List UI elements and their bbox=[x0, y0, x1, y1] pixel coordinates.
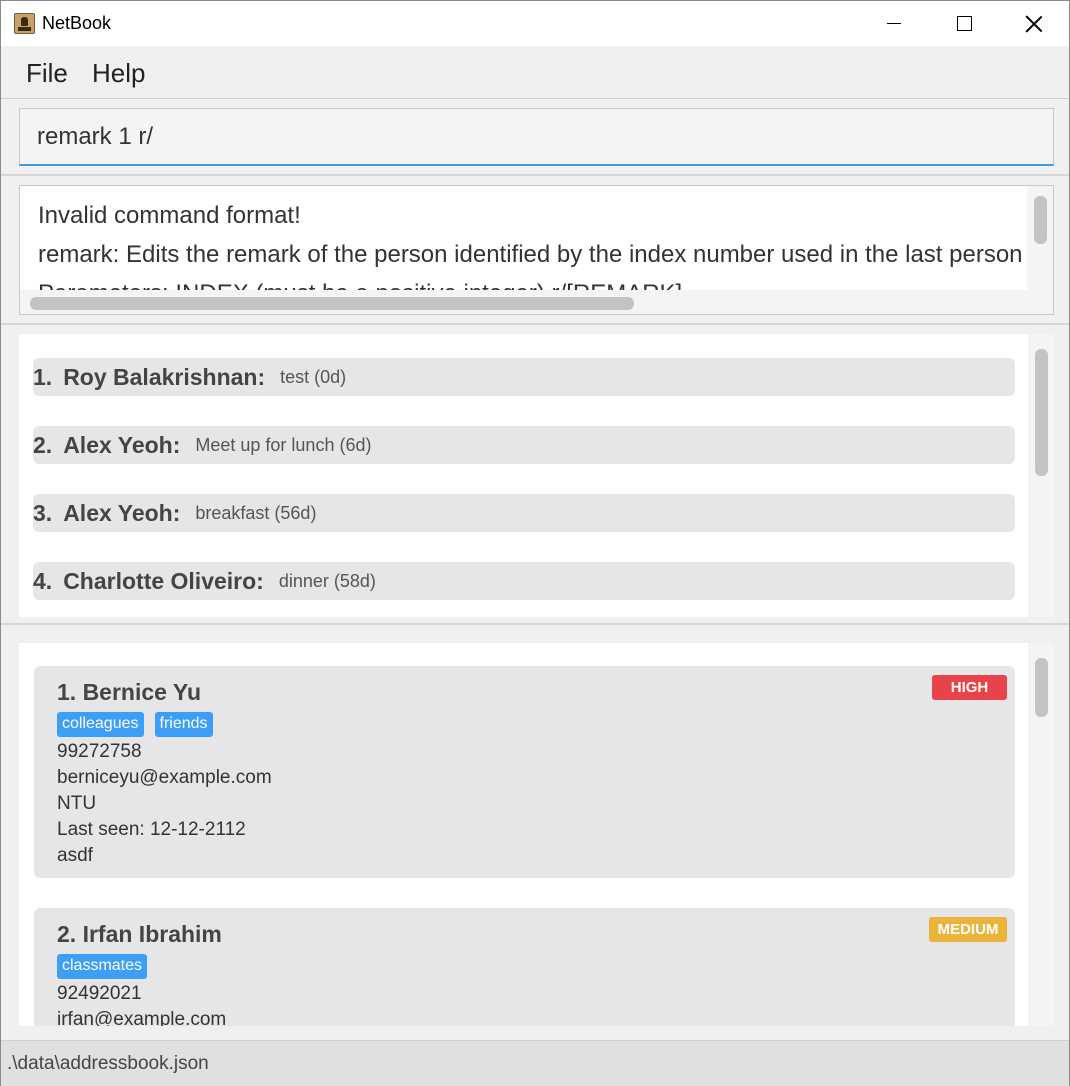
result-horizontal-scrollbar[interactable] bbox=[20, 290, 1028, 314]
remark-list-item[interactable]: 3. Alex Yeoh: breakfast (56d) bbox=[33, 494, 1015, 532]
person-last-seen: Last seen: 12-12-2112 bbox=[57, 819, 246, 840]
maximize-button[interactable] bbox=[929, 1, 999, 46]
command-pane bbox=[1, 100, 1069, 176]
scrollbar-thumb[interactable] bbox=[30, 297, 634, 310]
remark-list-item[interactable]: 2. Alex Yeoh: Meet up for lunch (6d) bbox=[33, 426, 1015, 464]
remark-text: dinner (58d) bbox=[278, 570, 376, 591]
person-card[interactable]: 2. Irfan Ibrahim MEDIUM classmates 92492… bbox=[34, 908, 1015, 1026]
menu-bar: File Help bbox=[1, 46, 1069, 99]
tag-list: colleagues friends bbox=[57, 712, 213, 737]
priority-badge: MEDIUM bbox=[929, 917, 1007, 942]
remark-text: breakfast (56d) bbox=[195, 502, 317, 523]
remark-index: 4. bbox=[33, 567, 53, 594]
person-email: berniceyu@example.com bbox=[57, 767, 272, 788]
maximize-icon bbox=[956, 16, 972, 31]
remark-person-name: Charlotte Oliveiro: bbox=[63, 567, 264, 594]
person-name: 2. Irfan Ibrahim bbox=[57, 921, 222, 947]
remark-list[interactable]: 1. Roy Balakrishnan: test (0d) 2. Alex Y… bbox=[19, 334, 1054, 617]
remark-index: 1. bbox=[33, 363, 53, 390]
status-bar: .\data\addressbook.json bbox=[1, 1040, 1069, 1086]
remark-list-scrollbar[interactable] bbox=[1028, 334, 1054, 617]
remark-list-item[interactable]: 1. Roy Balakrishnan: test (0d) bbox=[33, 358, 1015, 396]
remark-text: test (0d) bbox=[280, 366, 347, 387]
close-icon bbox=[1025, 15, 1043, 33]
result-pane: Invalid command format! remark: Edits th… bbox=[1, 178, 1069, 325]
person-email: irfan@example.com bbox=[57, 1009, 227, 1026]
person-list-scrollbar[interactable] bbox=[1028, 643, 1054, 1026]
minimize-button[interactable] bbox=[859, 1, 929, 46]
result-line: remark: Edits the remark of the person i… bbox=[38, 241, 1054, 268]
result-line: Invalid command format! bbox=[38, 202, 301, 229]
menu-file[interactable]: File bbox=[26, 58, 68, 89]
close-button[interactable] bbox=[999, 1, 1069, 46]
remark-index: 3. bbox=[33, 499, 53, 526]
scrollbar-corner bbox=[1027, 290, 1053, 314]
remark-person-name: Alex Yeoh: bbox=[63, 499, 181, 526]
command-input[interactable] bbox=[19, 108, 1054, 166]
tag-list: classmates bbox=[57, 954, 148, 979]
scrollbar-thumb[interactable] bbox=[1035, 658, 1048, 717]
remark-person-name: Alex Yeoh: bbox=[63, 431, 181, 458]
minimize-icon bbox=[887, 23, 901, 24]
person-card[interactable]: 1. Bernice Yu HIGH colleagues friends 99… bbox=[34, 666, 1015, 878]
remark-person-name: Roy Balakrishnan: bbox=[63, 363, 266, 390]
remark-index: 2. bbox=[33, 431, 53, 458]
remark-list-item[interactable]: 4. Charlotte Oliveiro: dinner (58d) bbox=[33, 562, 1015, 600]
person-phone: 99272758 bbox=[57, 741, 142, 762]
tag: classmates bbox=[57, 954, 148, 979]
tag: friends bbox=[154, 712, 213, 737]
menu-help[interactable]: Help bbox=[92, 58, 145, 89]
person-phone: 92492021 bbox=[57, 983, 142, 1004]
window-title: NetBook bbox=[42, 13, 112, 33]
person-remark: asdf bbox=[57, 845, 93, 866]
address-book-icon bbox=[14, 13, 35, 34]
person-list[interactable]: 1. Bernice Yu HIGH colleagues friends 99… bbox=[19, 643, 1054, 1026]
result-display[interactable]: Invalid command format! remark: Edits th… bbox=[19, 185, 1054, 315]
person-name: 1. Bernice Yu bbox=[57, 679, 202, 705]
title-bar[interactable]: NetBook bbox=[1, 1, 1069, 46]
priority-badge: HIGH bbox=[932, 675, 1007, 700]
scrollbar-thumb[interactable] bbox=[1035, 349, 1048, 476]
app-window: NetBook File Help Invalid command format… bbox=[0, 0, 1070, 1086]
tag: colleagues bbox=[57, 712, 144, 737]
person-address: NTU bbox=[57, 793, 97, 814]
remark-pane: 1. Roy Balakrishnan: test (0d) 2. Alex Y… bbox=[1, 327, 1069, 625]
status-file-path: .\data\addressbook.json bbox=[7, 1053, 209, 1074]
result-vertical-scrollbar[interactable] bbox=[1027, 186, 1053, 292]
remark-text: Meet up for lunch (6d) bbox=[195, 434, 372, 455]
person-pane: 1. Bernice Yu HIGH colleagues friends 99… bbox=[1, 627, 1069, 1040]
scrollbar-thumb[interactable] bbox=[1034, 196, 1047, 244]
